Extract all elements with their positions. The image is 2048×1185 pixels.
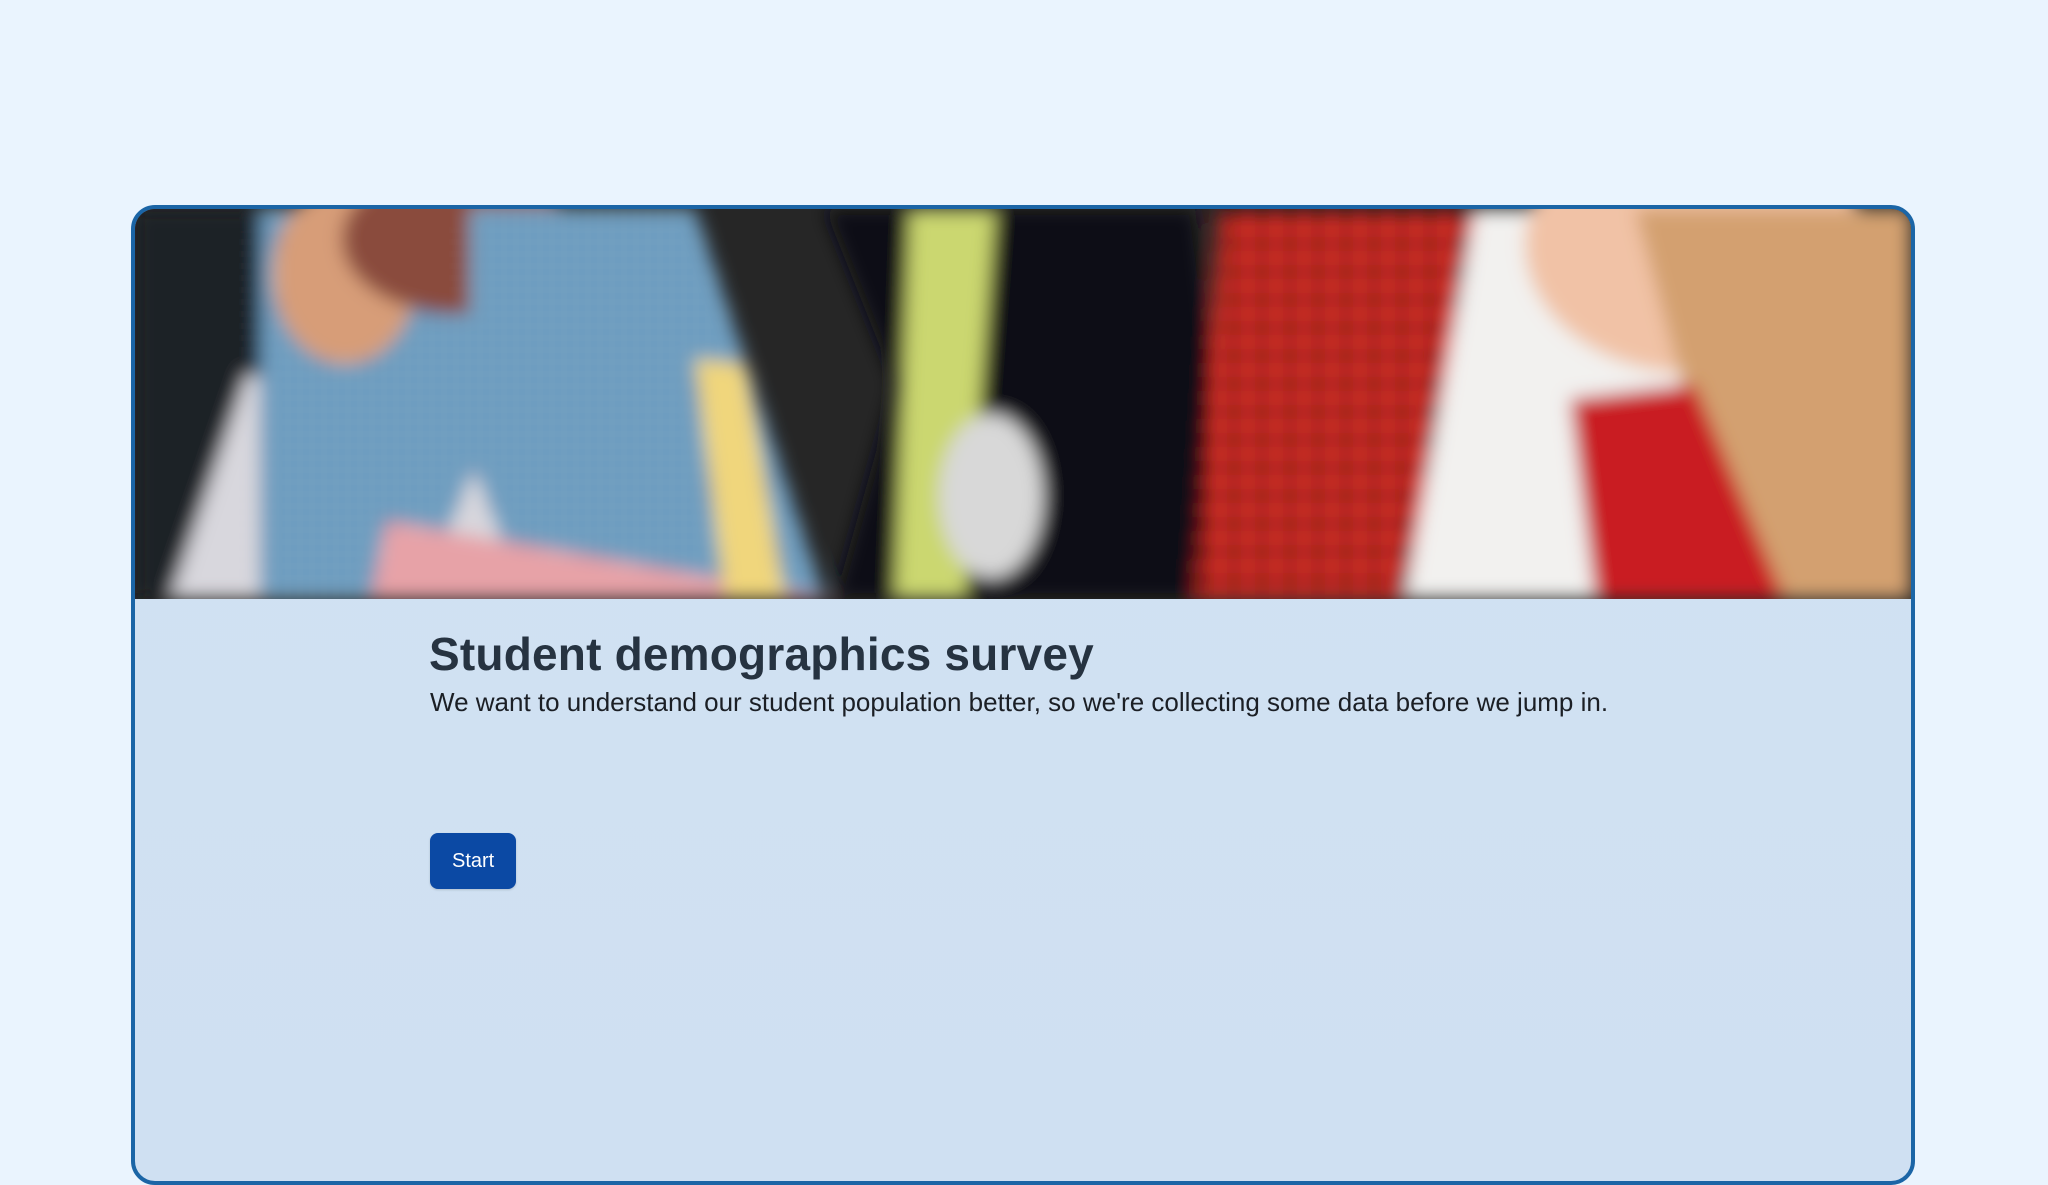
start-button[interactable]: Start: [430, 833, 517, 889]
survey-card: Student demographics survey We want to u…: [131, 205, 1915, 1185]
survey-description: We want to understand our student popula…: [430, 687, 1609, 718]
students-photo: [135, 209, 1911, 599]
survey-intro: Student demographics survey We want to u…: [429, 627, 1729, 720]
page-title: Student demographics survey: [429, 628, 1094, 680]
hero-image: [135, 209, 1911, 599]
